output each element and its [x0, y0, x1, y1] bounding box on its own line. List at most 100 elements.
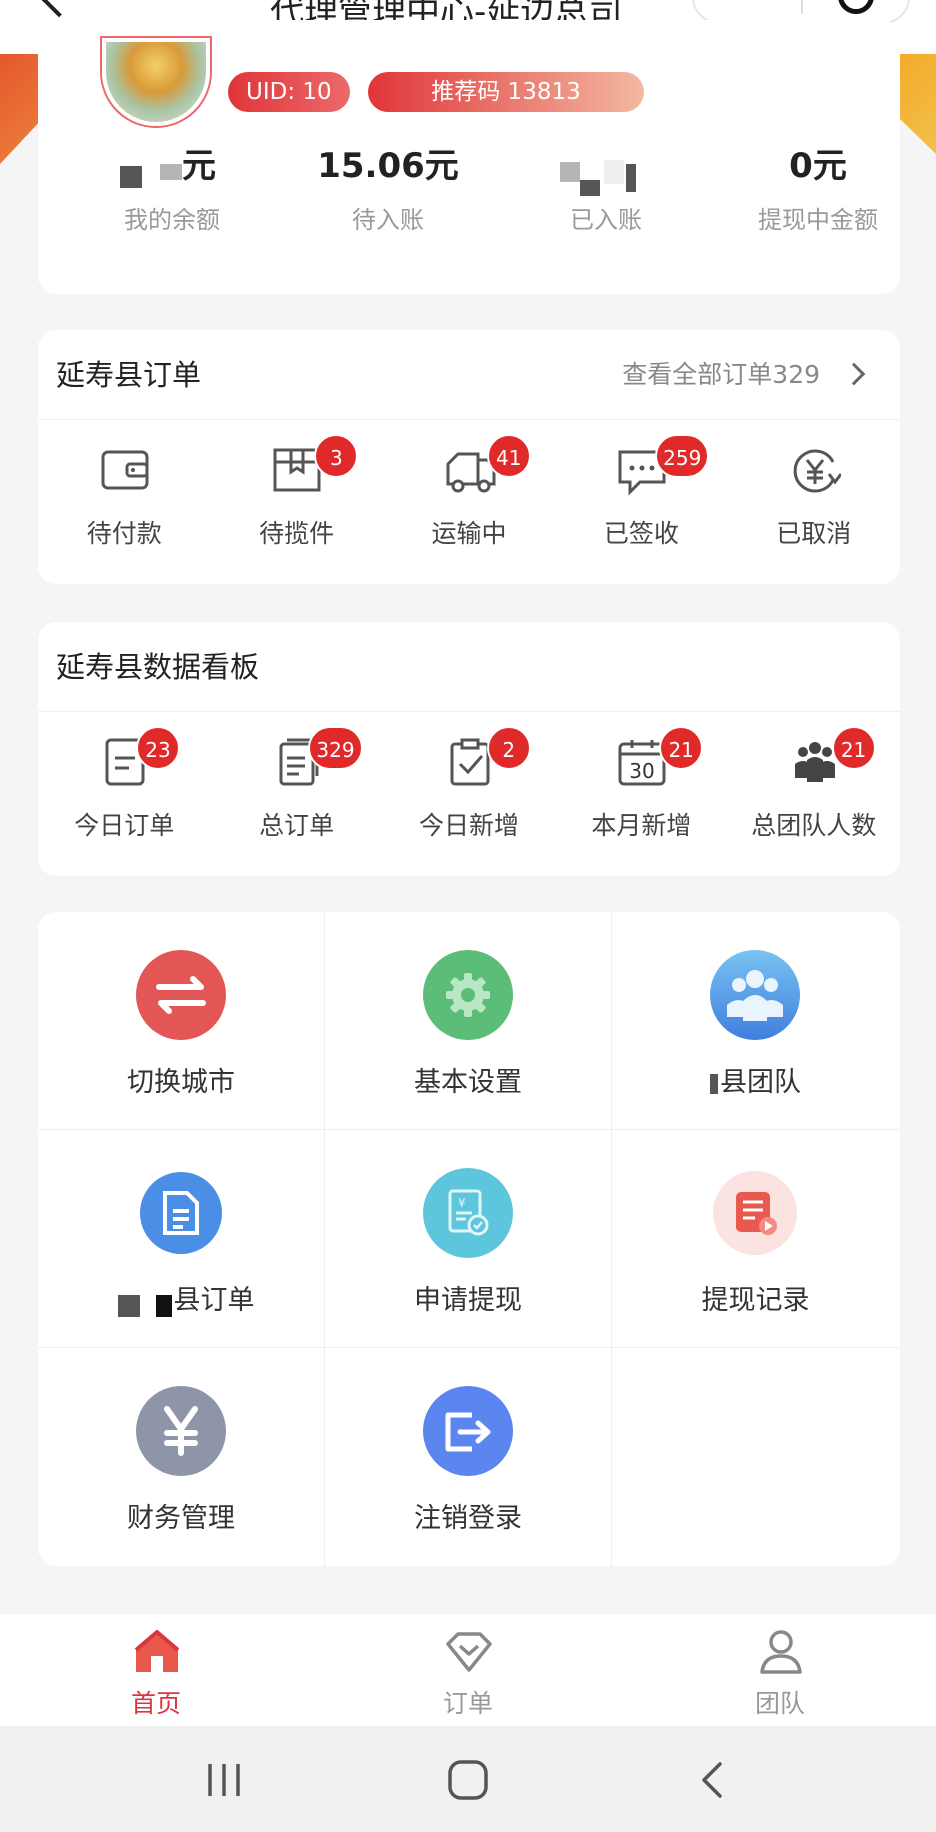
chevron-right-icon	[842, 362, 866, 386]
menu-label: 财务管理	[127, 1503, 235, 1534]
tab-team[interactable]: 团队	[624, 1614, 936, 1726]
withdraw-icon: ¥	[423, 1168, 513, 1258]
svg-text:30: 30	[629, 759, 654, 783]
stat-team-total[interactable]: 21 总团队人数	[728, 726, 900, 846]
orders-header[interactable]: 延寿县订单 查看全部订单329	[38, 330, 900, 420]
stat-label: 我的余额	[124, 206, 220, 234]
stat-value: 15.06元	[317, 146, 459, 186]
icon-label: 今日新增	[418, 811, 519, 840]
stat-today-orders[interactable]: 23 今日订单	[38, 726, 210, 846]
privacy-mask	[710, 1073, 718, 1094]
stat-total-orders[interactable]: 329 总订单	[210, 726, 382, 846]
home-button-icon[interactable]	[446, 1758, 490, 1802]
menu-basic-settings[interactable]: 基本设置	[325, 912, 612, 1130]
function-menu-grid: 切换城市 基本设置 县团队 县订单 ¥ 申请提现 提现记录 财务管理 注销登录	[38, 912, 900, 1566]
privacy-mask	[155, 1294, 172, 1317]
profile-name: …延寿县代理 …0001 99	[238, 112, 468, 126]
wallet-icon	[101, 450, 149, 490]
diamond-icon	[446, 1632, 492, 1672]
system-navigation-bar	[0, 1726, 936, 1832]
user-icon	[760, 1630, 802, 1674]
section-title: 延寿县订单	[56, 358, 202, 392]
orders-card: 延寿县订单 查看全部订单329 待付款 3 待揽件 41 运输中 259 已签收…	[38, 330, 900, 584]
icon-label: 待付款	[86, 519, 162, 548]
order-status-cancelled[interactable]: 已取消	[728, 434, 900, 554]
balance-card: UID: 10 推荐码 13813 …延寿县代理 …0001 99 元 我的余额…	[38, 20, 900, 294]
stat-label: 待入账	[352, 206, 424, 234]
home-icon	[134, 1630, 180, 1672]
dashboard-card: 延寿县数据看板 23 今日订单 329 总订单 2 今日新增 30 21 本月新…	[38, 622, 900, 876]
back-icon[interactable]	[694, 1758, 730, 1802]
order-status-pending-payment[interactable]: 待付款	[38, 434, 210, 554]
stat-label: 已入账	[570, 206, 642, 234]
avatar	[102, 38, 210, 126]
view-all-orders-link[interactable]: 查看全部订单329	[622, 330, 820, 420]
icon-label: 待揽件	[259, 519, 335, 548]
switch-icon	[136, 950, 226, 1040]
dashboard-header: 延寿县数据看板	[38, 622, 900, 712]
stat-value: 元	[64, 144, 280, 188]
count-badge: 21	[831, 726, 876, 770]
section-title: 延寿县数据看板	[56, 650, 260, 684]
stat-today-new[interactable]: 2 今日新增	[383, 726, 555, 846]
privacy-mask	[604, 160, 624, 184]
privacy-mask	[626, 164, 636, 192]
stat-label: 提现中金额	[758, 206, 878, 234]
logout-icon	[423, 1386, 513, 1476]
count-badge: 3	[314, 434, 359, 478]
privacy-mask	[117, 1294, 140, 1317]
stat-withdrawing[interactable]: 0元 提现中金额	[718, 144, 918, 235]
order-status-in-transit[interactable]: 41 运输中	[383, 434, 555, 554]
stat-balance[interactable]: 元 我的余额	[64, 144, 280, 235]
uid-badge: UID: 10	[228, 72, 350, 112]
menu-finance[interactable]: 财务管理	[38, 1348, 325, 1566]
gear-icon	[423, 950, 513, 1040]
menu-apply-withdraw[interactable]: ¥ 申请提现	[325, 1130, 612, 1348]
icon-label: 已签收	[603, 519, 679, 548]
team-icon	[710, 950, 800, 1040]
privacy-mask	[160, 164, 182, 180]
menu-label: 注销登录	[414, 1503, 522, 1534]
count-badge: 2	[486, 726, 531, 770]
stat-settled[interactable]: 已入账	[498, 144, 714, 235]
count-badge: 329	[308, 726, 363, 770]
count-badge: 259	[655, 434, 710, 478]
icon-label: 总订单	[259, 811, 335, 840]
referral-code-badge[interactable]: 推荐码 13813	[368, 72, 644, 112]
stat-value	[498, 144, 714, 196]
menu-label: 申请提现	[414, 1285, 522, 1316]
order-doc-icon	[140, 1172, 222, 1254]
icon-label: 本月新增	[591, 811, 692, 840]
tab-label: 团队	[754, 1689, 805, 1718]
count-badge: 21	[659, 726, 704, 770]
menu-county-orders[interactable]: 县订单	[38, 1130, 325, 1348]
recent-apps-icon[interactable]	[204, 1760, 244, 1800]
stat-value: 0元	[789, 146, 847, 186]
menu-county-team[interactable]: 县团队	[612, 912, 899, 1130]
menu-withdraw-records[interactable]: 提现记录	[612, 1130, 899, 1348]
svg-text:¥: ¥	[458, 1196, 466, 1210]
privacy-mask	[560, 162, 580, 182]
icon-label: 已取消	[776, 519, 852, 548]
count-badge: 41	[486, 434, 531, 478]
icon-label: 总团队人数	[751, 811, 877, 840]
privacy-mask	[120, 166, 142, 188]
icon-label: 今日订单	[74, 811, 175, 840]
icon-label: 运输中	[431, 519, 507, 548]
menu-label: 县团队	[612, 1060, 899, 1099]
stat-month-new[interactable]: 30 21 本月新增	[555, 726, 727, 846]
yuan-refresh-icon	[793, 449, 841, 493]
menu-label: 提现记录	[701, 1285, 810, 1316]
privacy-mask	[580, 180, 600, 196]
menu-label: 基本设置	[414, 1067, 522, 1098]
order-status-awaiting-pickup[interactable]: 3 待揽件	[210, 434, 382, 554]
capsule-divider	[801, 0, 803, 14]
stat-pending[interactable]: 15.06元 待入账	[280, 144, 496, 235]
menu-switch-city[interactable]: 切换城市	[38, 912, 325, 1130]
tab-home[interactable]: 首页	[0, 1614, 312, 1726]
tab-label: 订单	[442, 1689, 493, 1718]
menu-logout[interactable]: 注销登录	[325, 1348, 612, 1566]
tab-orders[interactable]: 订单	[312, 1614, 624, 1726]
menu-label: 县订单	[38, 1278, 324, 1317]
order-status-signed[interactable]: 259 已签收	[555, 434, 727, 554]
